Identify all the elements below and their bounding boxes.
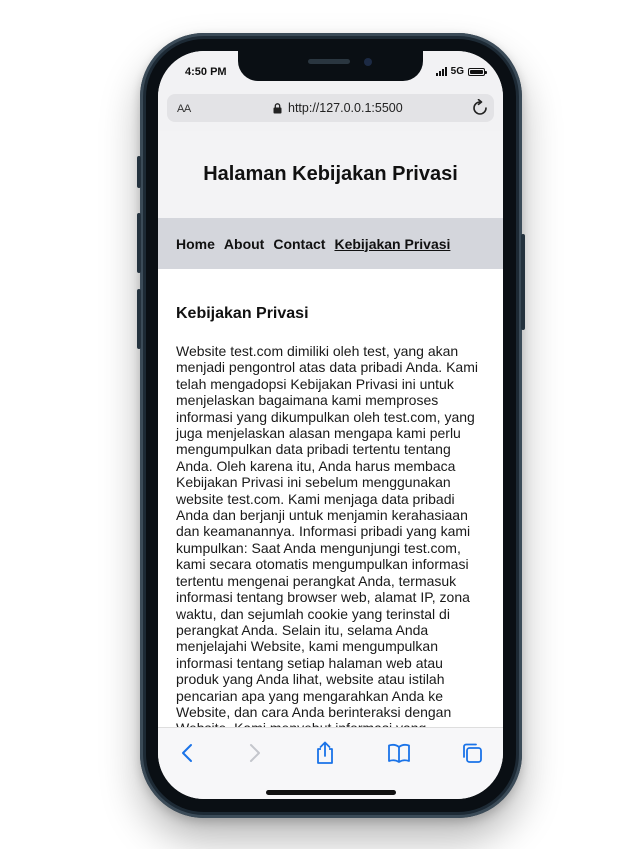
status-time: 4:50 PM bbox=[185, 66, 227, 78]
reload-button[interactable] bbox=[472, 98, 488, 122]
signal-icon bbox=[435, 67, 447, 76]
content-section: Kebijakan Privasi Website test.com dimil… bbox=[158, 269, 503, 727]
battery-level bbox=[470, 69, 483, 74]
phone-screen: 4:50 PM 5G AA http://127.0.0.1:5500 Hala… bbox=[158, 51, 503, 799]
web-page[interactable]: Halaman Kebijakan Privasi Home About Con… bbox=[158, 131, 503, 727]
bookmarks-button[interactable] bbox=[386, 740, 412, 766]
power-button bbox=[521, 234, 525, 330]
volume-down-button bbox=[137, 289, 141, 349]
nav-about-link[interactable]: About bbox=[224, 236, 264, 252]
address-bar[interactable]: AA http://127.0.0.1:5500 bbox=[167, 94, 494, 122]
url-display[interactable]: http://127.0.0.1:5500 bbox=[273, 101, 403, 115]
speaker-grille bbox=[308, 59, 350, 64]
battery-icon bbox=[468, 67, 487, 76]
nav-privacy-link[interactable]: Kebijakan Privasi bbox=[334, 236, 450, 252]
front-camera bbox=[364, 58, 372, 66]
forward-icon bbox=[250, 744, 260, 762]
text-size-button[interactable]: AA bbox=[177, 103, 191, 115]
forward-button[interactable] bbox=[242, 740, 268, 766]
tabs-button[interactable] bbox=[459, 740, 485, 766]
home-indicator[interactable] bbox=[266, 790, 396, 795]
url-text: http://127.0.0.1:5500 bbox=[288, 101, 403, 115]
tabs-icon bbox=[463, 743, 482, 763]
back-button[interactable] bbox=[174, 740, 200, 766]
notch bbox=[238, 51, 423, 81]
browser-address-area: AA http://127.0.0.1:5500 bbox=[158, 93, 503, 131]
page-title: Halaman Kebijakan Privasi bbox=[203, 163, 458, 185]
share-icon bbox=[317, 741, 333, 764]
reload-icon bbox=[473, 98, 487, 115]
bookmarks-icon bbox=[388, 743, 410, 763]
main-nav: Home About Contact Kebijakan Privasi bbox=[158, 218, 503, 269]
privacy-body-text: Website test.com dimiliki oleh test, yan… bbox=[176, 343, 478, 727]
browser-toolbar bbox=[158, 727, 503, 799]
share-button[interactable] bbox=[312, 740, 338, 766]
page-header: Halaman Kebijakan Privasi bbox=[158, 131, 503, 218]
status-bar: 4:50 PM 5G bbox=[158, 51, 503, 93]
status-indicators: 5G bbox=[435, 66, 487, 77]
nav-contact-link[interactable]: Contact bbox=[273, 236, 325, 252]
network-label: 5G bbox=[450, 66, 464, 77]
lock-icon bbox=[273, 102, 282, 113]
nav-home-link[interactable]: Home bbox=[176, 236, 215, 252]
volume-up-button bbox=[137, 213, 141, 273]
back-icon bbox=[182, 744, 192, 762]
silent-switch bbox=[137, 156, 141, 188]
section-heading: Kebijakan Privasi bbox=[176, 305, 309, 322]
